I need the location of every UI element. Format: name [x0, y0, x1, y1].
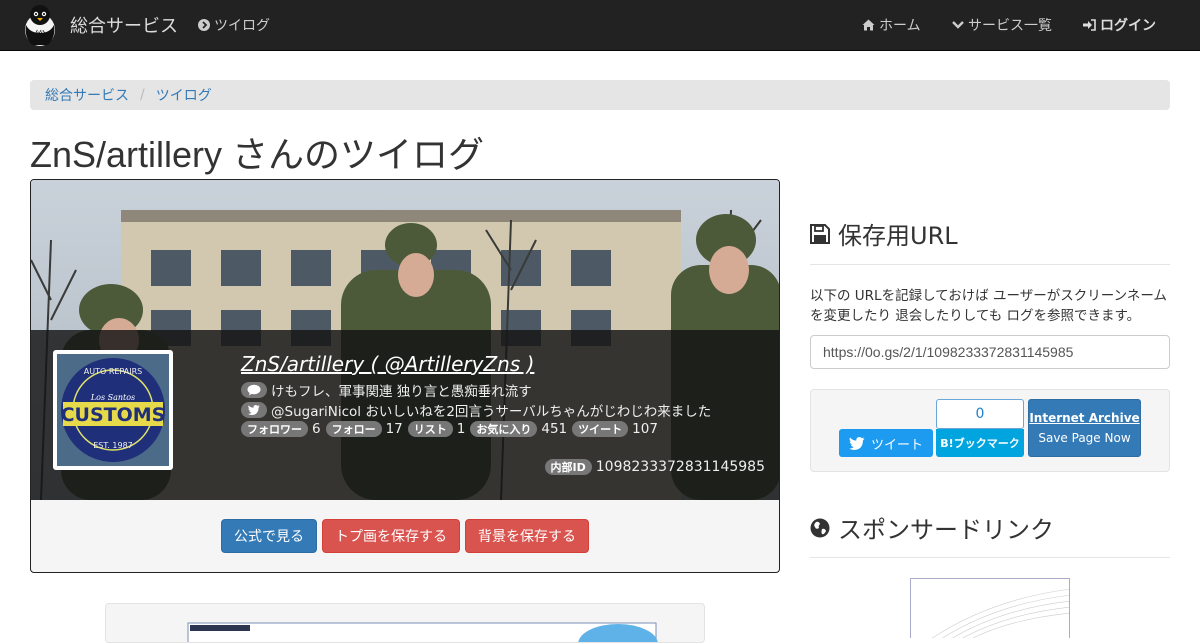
internal-id: 内部ID 1098233372831145985	[544, 459, 765, 475]
nav-home-link[interactable]: ホーム	[862, 0, 921, 50]
breadcrumb-home[interactable]: 総合サービス	[45, 85, 129, 105]
embedded-image	[187, 622, 658, 642]
profile-last-tweet-text: @SugariNicol おいしいねを2回言うサーバルちゃんがじわじわ来ました	[271, 404, 712, 420]
stat-followers-value: 6	[312, 421, 321, 437]
profile-bio: けもフレ、軍事関連 独り言と愚痴垂れ流す	[241, 380, 532, 400]
view-official-button[interactable]: 公式で見る	[221, 519, 317, 553]
stat-lists-value: 1	[456, 421, 466, 437]
chevron-circle-right-icon	[198, 19, 210, 31]
stat-following-value: 17	[385, 421, 403, 437]
breadcrumb: 総合サービス / ツイログ	[30, 80, 1170, 110]
avatar-bottom-text: EST. 1987	[93, 441, 133, 450]
share-panel: ツイート 0 B!ブックマーク Internet Archive Save Pa…	[810, 389, 1170, 472]
hatena-bookmark-count: 0	[936, 399, 1024, 429]
sign-in-icon	[1083, 19, 1096, 31]
internal-id-value: 1098233372831145985	[595, 459, 765, 475]
logo-glyph: 総	[35, 28, 46, 42]
ad-image	[932, 588, 1069, 638]
nav-tuilog-link[interactable]: ツイログ	[198, 0, 270, 50]
sponsored-heading: スポンサードリンク	[810, 510, 1054, 545]
save-url-heading-text: 保存用URL	[838, 222, 958, 250]
stat-lists-label: リスト	[407, 421, 453, 437]
stat-favorites-value: 451	[541, 421, 568, 437]
globe-icon	[810, 518, 830, 537]
brand-link[interactable]: 総 総合サービス	[20, 3, 178, 47]
twitter-bird-icon	[849, 436, 865, 450]
internal-id-label: 内部ID	[544, 459, 592, 475]
save-background-button[interactable]: 背景を保存する	[465, 519, 589, 553]
tweet-button[interactable]: ツイート	[839, 429, 933, 457]
save-url-heading: 保存用URL	[810, 216, 958, 251]
divider	[810, 557, 1170, 558]
nav-services-label: サービス一覧	[968, 18, 1052, 34]
save-icon-button[interactable]: トプ画を保存する	[322, 519, 460, 553]
nav-home-label: ホーム	[879, 18, 921, 34]
save-url-description: 以下の URLを記録しておけば ユーザーがスクリーンネームを変更したり 退会した…	[810, 288, 1167, 324]
stat-following-label: フォロー	[325, 421, 382, 437]
profile-card: AUTO REPAIRS Los Santos CUSTOMS EST. 198…	[30, 179, 780, 573]
nav-services-link[interactable]: サービス一覧	[952, 0, 1052, 50]
profile-screen-name-link[interactable]: ZnS/artillery ( @ArtilleryZns )	[241, 352, 534, 376]
stat-followers-label: フォロワー	[241, 421, 308, 437]
divider	[810, 264, 1170, 265]
twitter-bird-icon	[241, 402, 267, 418]
stat-tweets-label: ツイート	[572, 421, 629, 437]
internet-archive-subtitle: Save Page Now	[1038, 431, 1131, 445]
avatar-image: AUTO REPAIRS Los Santos CUSTOMS EST. 198…	[57, 354, 169, 466]
breadcrumb-separator: /	[140, 87, 145, 103]
tweet-button-label: ツイート	[870, 437, 923, 453]
navbar: 総 総合サービス ツイログ ホーム サービス一覧 ログイン	[0, 0, 1200, 51]
profile-action-buttons: 公式で見る トプ画を保存する 背景を保存する	[31, 519, 779, 553]
avatar[interactable]: AUTO REPAIRS Los Santos CUSTOMS EST. 198…	[53, 350, 173, 470]
nav-login-link[interactable]: ログイン	[1083, 0, 1156, 50]
avatar-main-text: CUSTOMS	[61, 404, 166, 426]
save-url-input[interactable]	[810, 335, 1170, 369]
internet-archive-button[interactable]: Internet Archive Save Page Now	[1028, 399, 1141, 457]
sponsored-heading-text: スポンサードリンク	[838, 516, 1054, 544]
profile-stats: フォロワー 6 フォロー 17 リスト 1 お気に入り 451 ツイート 107	[241, 421, 663, 437]
sponsored-ad[interactable]	[910, 578, 1070, 638]
hatena-bookmark-button[interactable]: B!ブックマーク	[936, 429, 1024, 457]
brand-name: 総合サービス	[70, 16, 178, 37]
nav-tuilog-label: ツイログ	[214, 18, 270, 34]
stat-tweets-value: 107	[632, 421, 658, 437]
avatar-top-text: AUTO REPAIRS	[84, 367, 142, 376]
internet-archive-title: Internet Archive	[1029, 411, 1140, 425]
profile-last-tweet: @SugariNicol おいしいねを2回言うサーバルちゃんがじわじわ来ました	[241, 400, 711, 420]
stat-favorites-label: お気に入り	[470, 421, 538, 437]
profile-bio-text: けもフレ、軍事関連 独り言と愚痴垂れ流す	[271, 384, 532, 400]
breadcrumb-tuilog[interactable]: ツイログ	[156, 85, 212, 105]
floppy-disk-icon	[810, 223, 830, 244]
chevron-down-icon	[952, 21, 964, 29]
comment-icon	[241, 382, 267, 398]
nav-login-label: ログイン	[1100, 18, 1156, 34]
avatar-script-text: Los Santos	[90, 393, 135, 402]
page-title: ZnS/artillery さんのツイログ	[30, 134, 485, 175]
embedded-content-panel	[105, 603, 705, 643]
penguin-logo-icon: 総	[25, 5, 55, 46]
home-icon	[862, 19, 875, 31]
